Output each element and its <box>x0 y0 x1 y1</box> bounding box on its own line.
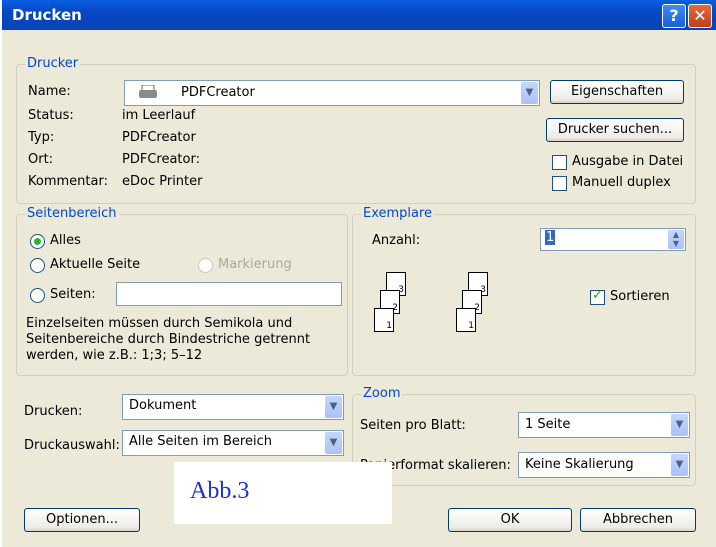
print-dialog: Drucken ? ✕ Drucker Name: PDFCreator ▼ S… <box>2 0 716 547</box>
type-value: PDFCreator <box>122 130 196 145</box>
chevron-down-icon[interactable]: ▼ <box>521 82 538 104</box>
copies-count-value: 1 <box>545 230 556 245</box>
print-what-value: Dokument <box>129 398 197 413</box>
comment-label: Kommentar: <box>28 174 108 189</box>
scale-select[interactable]: Keine Skalierung ▼ <box>518 452 690 478</box>
status-value: im Leerlauf <box>122 108 196 123</box>
all-pages-radio[interactable] <box>30 234 45 249</box>
chevron-down-icon[interactable]: ▼ <box>671 454 688 476</box>
page-range-help-line-2: Seitenbereiche durch Bindestriche getren… <box>26 332 311 347</box>
properties-button[interactable]: Eigenschaften <box>550 80 684 104</box>
stack2-page-1: 1 <box>468 321 474 331</box>
pages-per-sheet-value: 1 Seite <box>525 417 571 432</box>
page-range-legend: Seitenbereich <box>25 206 119 221</box>
print-to-file-label: Ausgabe in Datei <box>572 154 684 169</box>
print-what-label: Drucken: <box>24 404 83 419</box>
copies-count-label: Anzahl: <box>372 233 421 248</box>
help-button[interactable]: ? <box>662 4 686 28</box>
printer-name-value: PDFCreator <box>181 85 255 100</box>
printer-name-label: Name: <box>28 84 71 99</box>
print-to-file-checkbox[interactable] <box>552 155 567 170</box>
page-range-help-line-3: werden, wie z.B.: 1;3; 5–12 <box>26 348 203 363</box>
printer-name-select[interactable]: PDFCreator ▼ <box>124 80 540 106</box>
pages-radio[interactable] <box>30 288 45 303</box>
print-selection-value: Alle Seiten im Bereich <box>129 434 272 449</box>
manual-duplex-checkbox[interactable] <box>552 176 567 191</box>
chevron-down-icon[interactable]: ▼ <box>671 414 688 436</box>
comment-value: eDoc Printer <box>122 174 203 189</box>
chevron-down-icon[interactable]: ▼ <box>325 432 342 454</box>
zoom-legend: Zoom <box>361 386 403 401</box>
stack1-page-1: 1 <box>386 321 392 331</box>
location-value: PDFCreator: <box>122 152 200 167</box>
current-page-label: Aktuelle Seite <box>50 257 141 272</box>
scale-value: Keine Skalierung <box>525 457 634 472</box>
window-title: Drucken <box>12 6 82 24</box>
pages-label: Seiten: <box>50 287 96 302</box>
copies-legend: Exemplare <box>361 206 435 221</box>
manual-duplex-label: Manuell duplex <box>572 175 671 190</box>
selection-label: Markierung <box>218 257 292 272</box>
close-button[interactable]: ✕ <box>688 4 712 28</box>
print-selection-select[interactable]: Alle Seiten im Bereich ▼ <box>122 430 344 456</box>
pages-per-sheet-select[interactable]: 1 Seite ▼ <box>518 412 690 438</box>
printer-legend: Drucker <box>25 56 81 71</box>
copies-count-spinner[interactable]: 1 ▲ ▼ <box>540 228 686 251</box>
ok-button[interactable]: OK <box>448 508 572 532</box>
pages-input[interactable] <box>116 282 342 306</box>
all-pages-label: Alles <box>50 233 81 248</box>
current-page-radio[interactable] <box>30 258 45 273</box>
collate-checkbox[interactable] <box>590 288 605 305</box>
cancel-button[interactable]: Abbrechen <box>580 508 696 532</box>
options-button[interactable]: Optionen... <box>24 508 140 532</box>
find-printer-button[interactable]: Drucker suchen... <box>546 118 684 142</box>
spinner-arrows-icon[interactable]: ▲ ▼ <box>668 230 684 249</box>
status-label: Status: <box>28 108 74 123</box>
print-selection-label: Druckauswahl: <box>24 438 120 453</box>
location-label: Ort: <box>28 152 54 167</box>
page-range-help-line-1: Einzelseiten müssen durch Semikola und <box>26 316 293 331</box>
selection-radio[interactable] <box>198 258 213 273</box>
pages-per-sheet-label: Seiten pro Blatt: <box>360 418 466 433</box>
chevron-down-icon[interactable]: ▼ <box>325 396 342 418</box>
type-label: Typ: <box>28 130 55 145</box>
collate-label: Sortieren <box>610 289 670 304</box>
title-bar: Drucken ? ✕ <box>2 0 716 30</box>
figure-annotation: Abb.3 <box>190 478 250 504</box>
figure-annotation-box: Abb.3 <box>174 462 392 524</box>
print-what-select[interactable]: Dokument ▼ <box>122 394 344 420</box>
printer-icon <box>139 84 157 99</box>
